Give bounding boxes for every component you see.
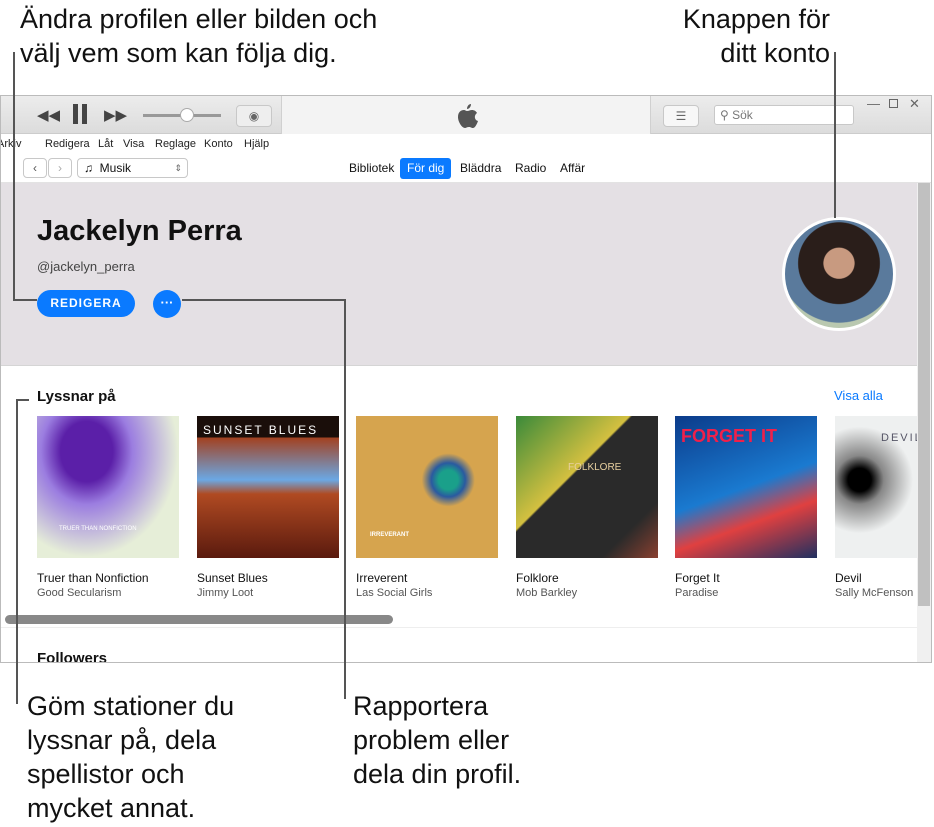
menu-visa[interactable]: Visa — [123, 138, 144, 150]
maximize-icon[interactable] — [889, 99, 898, 108]
album-artist[interactable]: Good Secularism — [37, 587, 121, 599]
callout-line — [344, 299, 346, 699]
tab-bladdra[interactable]: Bläddra — [453, 158, 508, 179]
callout-line — [13, 52, 15, 301]
menu-redigera[interactable]: Redigera — [45, 138, 90, 150]
listening-title: Lyssnar på — [37, 388, 116, 405]
callout-line — [182, 299, 346, 301]
callout-line — [16, 399, 29, 401]
menu-bar: Arkiv Redigera Låt Visa Reglage Konto Hj… — [1, 134, 931, 153]
menu-arkiv[interactable]: Arkiv — [1, 138, 21, 150]
menu-konto[interactable]: Konto — [204, 138, 233, 150]
album-cover-forget-it[interactable]: FORGET IT — [675, 416, 817, 558]
forward-icon[interactable]: ▶▶ — [104, 106, 127, 124]
annotation-edit-profile: Ändra profilen eller bilden och välj vem … — [20, 4, 378, 68]
minimize-icon[interactable]: — — [867, 96, 880, 111]
search-input[interactable]: ⚲ Sök — [714, 105, 854, 125]
album-cover-devil[interactable]: DEVIL — [835, 416, 921, 558]
itunes-window: ◀◀ ▶▶ ◉ ☰ ⚲ Sök — ✕ Arkiv Redigera Låt V… — [0, 95, 932, 663]
cover-text: FORGET IT — [681, 426, 777, 446]
search-placeholder: Sök — [732, 108, 753, 122]
annotation-account-button: Knappen för ditt konto — [682, 4, 830, 68]
toolbar: ◀◀ ▶▶ ◉ ☰ ⚲ Sök — ✕ — [1, 96, 931, 134]
airplay-icon[interactable]: ◉ — [236, 105, 272, 127]
list-view-icon[interactable]: ☰ — [663, 105, 699, 127]
album-cover-folklore[interactable]: FOLKLORE — [516, 416, 658, 558]
updown-icon: ⇕ — [174, 163, 182, 173]
edit-profile-button[interactable]: REDIGERA — [37, 290, 135, 317]
rewind-icon[interactable]: ◀◀ — [37, 106, 60, 124]
more-options-button[interactable]: ··· — [153, 290, 181, 318]
followers-title: Followers — [37, 650, 108, 663]
album-title[interactable]: Forget It — [675, 571, 720, 585]
album-artist[interactable]: Mob Barkley — [516, 587, 577, 599]
menu-hjalp[interactable]: Hjälp — [244, 138, 269, 150]
pause-icon[interactable] — [73, 104, 87, 124]
menu-reglage[interactable]: Reglage — [155, 138, 196, 150]
profile-name: Jackelyn Perra — [37, 215, 242, 247]
callout-line — [16, 399, 18, 704]
vertical-scrollbar-track — [917, 183, 931, 662]
menu-lat[interactable]: Låt — [98, 138, 113, 150]
album-title[interactable]: Irreverent — [356, 571, 407, 585]
cover-text: IRREVERANT — [370, 532, 410, 538]
lcd-display — [281, 96, 651, 134]
profile-header: Jackelyn Perra @jackelyn_perra REDIGERA … — [1, 183, 917, 366]
callout-line — [13, 299, 37, 301]
nav-bar: ‹ › ♫ Musik ⇕ Bibliotek För dig Bläddra R… — [1, 153, 931, 183]
album-title[interactable]: Devil — [835, 571, 862, 585]
profile-handle: @jackelyn_perra — [37, 259, 135, 274]
callout-line — [834, 52, 836, 218]
album-artist[interactable]: Paradise — [675, 587, 718, 599]
source-select[interactable]: ♫ Musik ⇕ — [77, 158, 188, 178]
album-artist[interactable]: Las Social Girls — [356, 587, 432, 599]
source-label: Musik — [99, 161, 132, 175]
album-cover-irreverent[interactable]: IRREVERANT — [356, 416, 498, 558]
annotation-report-share: Rapportera problem eller dela din profil. — [353, 691, 522, 789]
see-all-link[interactable]: Visa alla — [834, 388, 883, 403]
tab-bibliotek[interactable]: Bibliotek — [342, 158, 401, 179]
cover-text: SUNSET BLUES — [203, 423, 319, 437]
album-artist[interactable]: Jimmy Loot — [197, 587, 253, 599]
close-icon[interactable]: ✕ — [909, 96, 920, 112]
forward-button[interactable]: › — [48, 158, 72, 178]
music-note-icon: ♫ — [84, 161, 93, 175]
apple-logo-icon — [458, 104, 478, 128]
tab-affar[interactable]: Affär — [553, 158, 592, 179]
horizontal-scrollbar[interactable] — [5, 615, 393, 624]
divider — [1, 627, 917, 628]
album-cover-sunset-blues[interactable]: SUNSET BLUES — [197, 416, 339, 558]
tab-radio[interactable]: Radio — [508, 158, 553, 179]
album-title[interactable]: Sunset Blues — [197, 571, 268, 585]
album-title[interactable]: Truer than Nonfiction — [37, 571, 149, 585]
album-title[interactable]: Folklore — [516, 571, 559, 585]
back-button[interactable]: ‹ — [23, 158, 47, 178]
tab-for-dig[interactable]: För dig — [400, 158, 452, 179]
album-cover-truer-than-nonfiction[interactable]: TRUER THAN NONFICTION — [37, 416, 179, 558]
cover-text: TRUER THAN NONFICTION — [59, 526, 137, 532]
account-avatar-button[interactable] — [782, 217, 896, 331]
vertical-scrollbar-thumb[interactable] — [918, 183, 930, 606]
volume-slider[interactable] — [143, 108, 221, 122]
annotation-more-options: Göm stationer du lyssnar på, dela spellist… — [27, 691, 235, 823]
cover-text: FOLKLORE — [568, 462, 622, 473]
album-artist[interactable]: Sally McFenson — [835, 587, 913, 599]
